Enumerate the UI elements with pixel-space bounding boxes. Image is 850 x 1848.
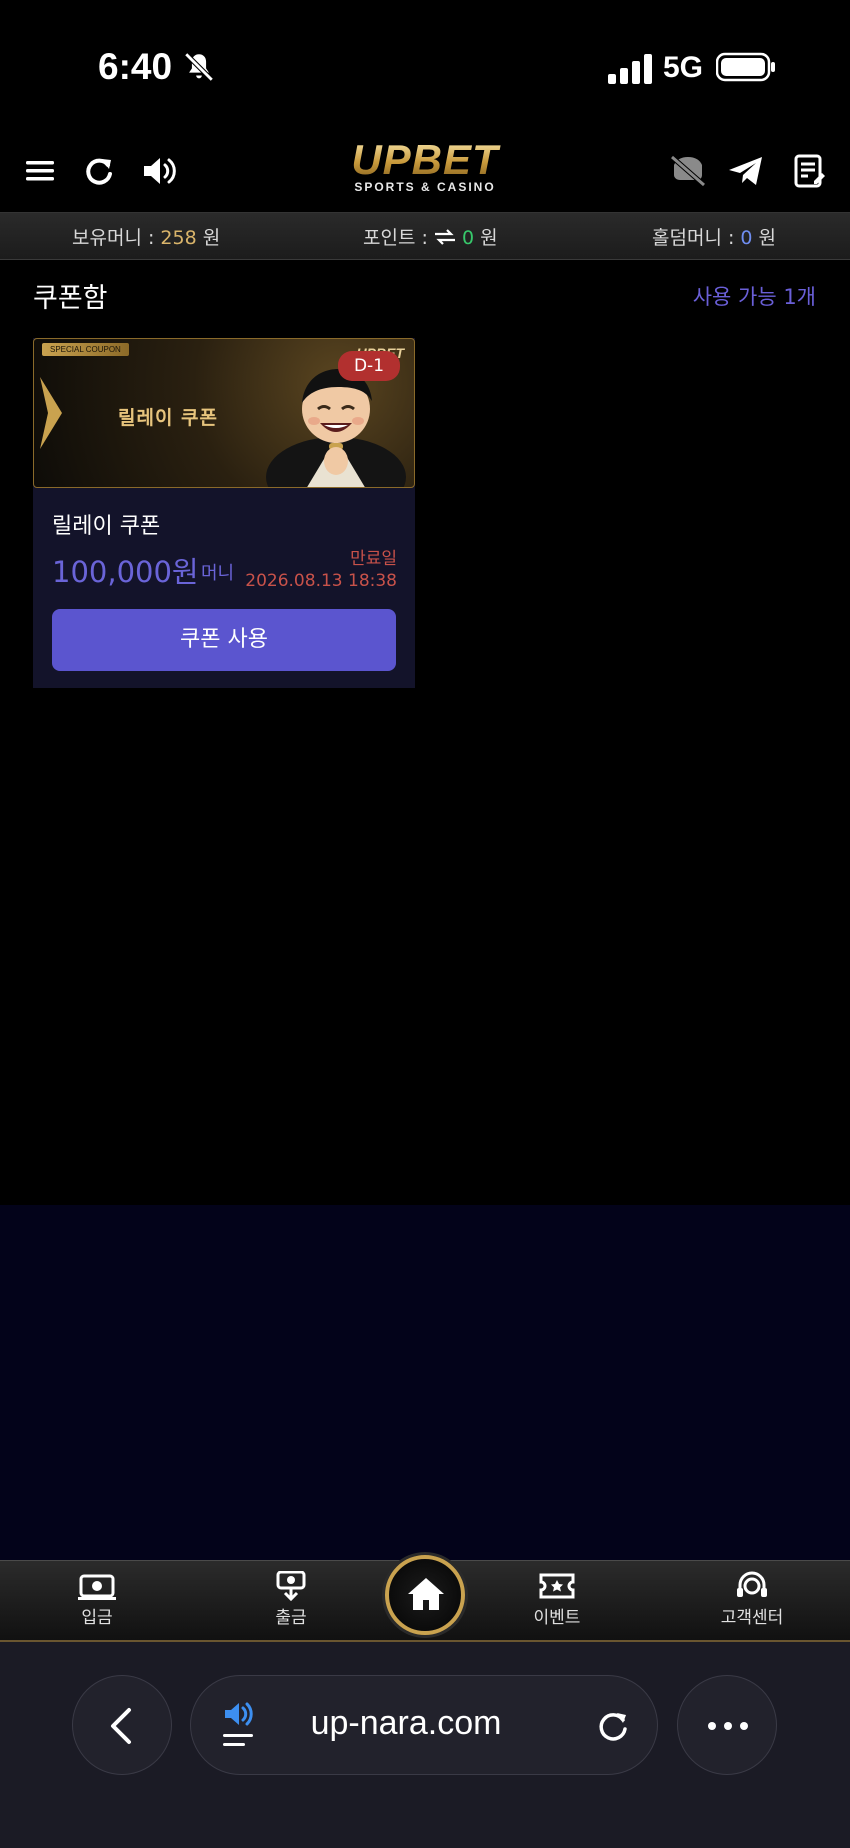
available-count: 사용 가능 1개	[692, 285, 816, 309]
banner-tag: SPECIAL COUPON	[42, 343, 129, 356]
signal-icon	[608, 54, 652, 84]
coupon-card: SPECIAL COUPON 릴레이 쿠폰 UPBET D-1 릴레이 쿠폰 1…	[33, 338, 415, 688]
browser-more-button[interactable]	[677, 1675, 777, 1775]
logo-main-text: UPBET	[333, 139, 517, 181]
money-value: 258	[160, 227, 197, 249]
nav-withdraw-label: 출금	[275, 1608, 307, 1628]
banner-title: 릴레이 쿠폰	[118, 407, 219, 429]
speaker-icon[interactable]	[140, 151, 180, 191]
content-background	[0, 1205, 850, 1560]
holdem-balance: 홀덤머니 : 0 원	[652, 227, 777, 249]
bell-muted-icon	[184, 52, 214, 82]
deposit-icon	[78, 1574, 116, 1600]
swap-icon[interactable]	[434, 229, 456, 245]
page-title: 쿠폰함	[33, 283, 108, 314]
support-icon	[737, 1571, 767, 1597]
coupon-name: 릴레이 쿠폰	[52, 514, 161, 539]
reload-icon[interactable]	[593, 1706, 633, 1746]
refresh-icon[interactable]	[80, 151, 120, 191]
coupon-unit: 머니	[201, 563, 235, 584]
ticket-icon	[539, 1573, 575, 1599]
points-balance: 포인트 : 0 원	[363, 227, 498, 249]
coupon-banner: SPECIAL COUPON 릴레이 쿠폰 UPBET D-1	[33, 338, 415, 488]
menu-icon[interactable]	[24, 151, 64, 191]
notification-off-icon[interactable]	[668, 151, 708, 191]
status-bar: 6:40 5G	[0, 0, 850, 120]
url-text: up-nara.com	[310, 1704, 502, 1742]
status-time: 6:40	[98, 46, 173, 87]
expiry-label: 만료일	[350, 549, 397, 569]
nav-home-button[interactable]	[385, 1555, 465, 1635]
nav-withdraw[interactable]: 출금	[231, 1571, 351, 1628]
browser-back-button[interactable]	[72, 1675, 172, 1775]
logo-sub-text: SPORTS & CASINO	[354, 180, 496, 194]
nav-deposit-label: 입금	[81, 1608, 113, 1628]
use-coupon-button[interactable]: 쿠폰 사용	[52, 609, 396, 671]
battery-icon	[716, 52, 775, 82]
balance-bar: 보유머니 : 258 원 포인트 : 0 원 홀덤머니 : 0 원	[0, 212, 850, 260]
network-type: 5G	[663, 51, 704, 84]
chevron-left-icon	[111, 1708, 131, 1744]
nav-support[interactable]: 고객센터	[692, 1571, 812, 1628]
more-icon	[708, 1722, 748, 1730]
holdem-value: 0	[740, 227, 753, 249]
nav-event[interactable]: 이벤트	[497, 1571, 617, 1628]
nav-deposit[interactable]: 입금	[37, 1571, 157, 1628]
expiry-date: 2026.08.13 18:38	[245, 571, 397, 591]
d-day-badge: D-1	[338, 351, 400, 381]
site-logo[interactable]: UPBET SPORTS & CASINO	[333, 139, 517, 200]
nav-event-label: 이벤트	[533, 1608, 581, 1628]
home-icon	[408, 1578, 444, 1610]
withdraw-icon	[276, 1571, 306, 1601]
notes-icon[interactable]	[790, 151, 830, 191]
telegram-icon[interactable]	[726, 151, 766, 191]
points-value: 0	[461, 227, 475, 249]
money-balance: 보유머니 : 258 원	[72, 227, 221, 249]
nav-support-label: 고객센터	[720, 1608, 784, 1628]
speaker-playing-icon[interactable]	[221, 1702, 261, 1750]
coupon-amount: 100,000원	[52, 555, 199, 589]
browser-address-bar[interactable]: up-nara.com	[190, 1675, 658, 1775]
chevron-right-icon	[40, 377, 62, 449]
